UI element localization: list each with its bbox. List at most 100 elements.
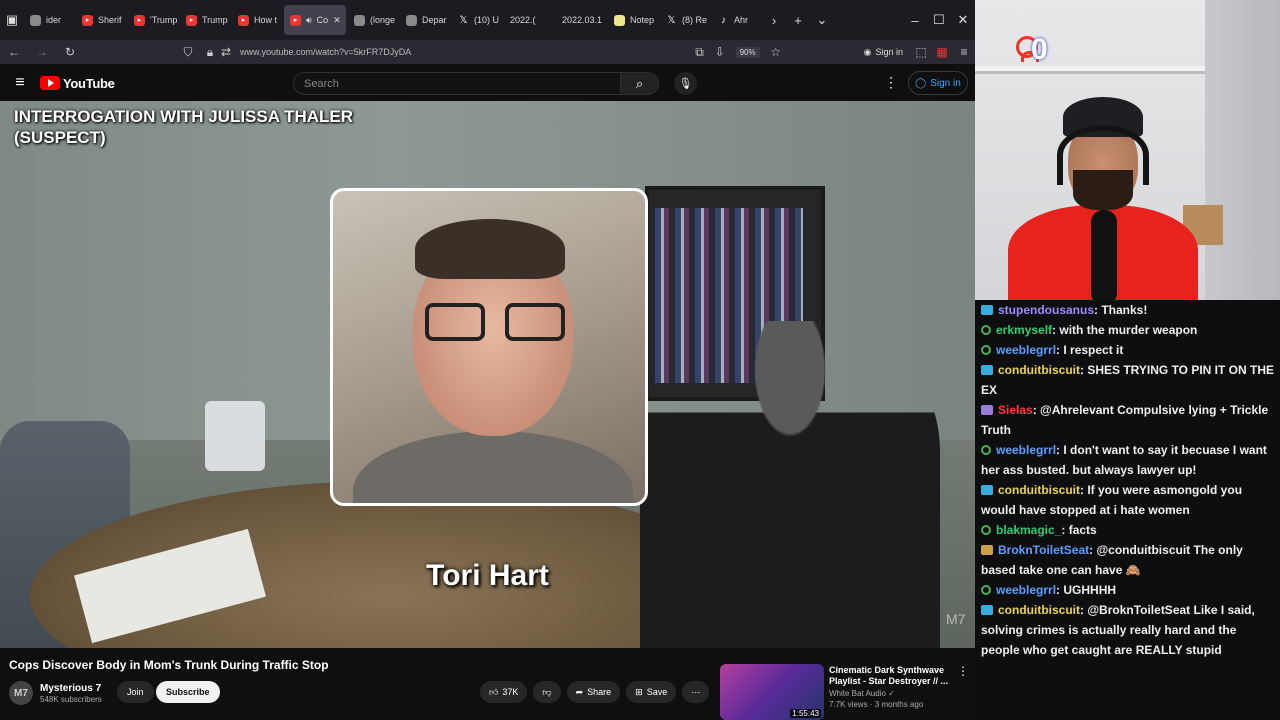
url-bar[interactable]: www.youtube.com/watch?v=5krFR7DJyDA [240, 47, 690, 57]
inset-glasses-left [425, 303, 485, 341]
like-button[interactable]: 👍︎ 37K [480, 681, 528, 703]
speaker-icon[interactable]: 🔊︎ [306, 15, 312, 26]
account-signin-label: Sign in [875, 47, 903, 57]
browser-tab-label: Co [316, 15, 329, 25]
youtube-logo-text: YouTube [63, 75, 115, 91]
account-signin[interactable]: ◉ Sign in [864, 47, 903, 58]
menu-icon[interactable]: ≡ [953, 40, 975, 64]
share-button[interactable]: ➦ Share [566, 681, 621, 703]
microphone-icon[interactable]: 🎙︎ [674, 72, 697, 95]
reload-icon[interactable]: ↻ [56, 40, 84, 64]
video-lower-third-name: Tori Hart [426, 559, 549, 592]
maximize-icon[interactable]: ☐ [927, 8, 951, 32]
channel-avatar[interactable]: M7 [9, 681, 33, 705]
chat-username[interactable]: stupendousanus [998, 303, 1094, 317]
tab-list-icon[interactable]: ⌄ [810, 8, 834, 32]
close-tab-icon[interactable]: ✕ [333, 15, 341, 26]
more-options-icon[interactable]: ⋮ [884, 74, 898, 91]
chat-message: conduitbiscuit: If you were asmongold yo… [979, 480, 1276, 520]
recommended-channel[interactable]: White Bat Audio ✓ [829, 689, 949, 698]
shield-icon[interactable]: ⛉ [174, 40, 202, 64]
dislike-button[interactable]: 👎︎ [533, 681, 561, 703]
inset-hair [415, 219, 565, 279]
recommended-video[interactable]: 1:55:43 Cinematic Dark Synthwave Playlis… [720, 664, 975, 720]
back-icon[interactable]: ← [0, 40, 28, 64]
recommended-channel-name: White Bat Audio [829, 689, 886, 698]
browser-tab[interactable]: 2022.03.1 [556, 5, 606, 35]
pers-badge-icon [981, 325, 991, 335]
download-page-icon[interactable]: ⇩ [710, 40, 730, 64]
more-actions-button[interactable]: ⋯ [682, 681, 710, 703]
browser-tab[interactable]: ▸ 🔊︎ Co ✕ [284, 5, 346, 35]
prime-badge-icon [981, 605, 993, 615]
join-button[interactable]: Join [117, 681, 154, 703]
forward-icon[interactable]: → [28, 40, 56, 64]
permissions-icon[interactable]: ⇄ [218, 40, 234, 64]
search-input[interactable] [294, 73, 620, 94]
extensions-icon[interactable]: ⬚ [911, 40, 931, 64]
chat-username[interactable]: blakmagic_ [996, 523, 1061, 537]
browser-tab[interactable]: ider [24, 5, 74, 35]
subscribe-button[interactable]: Subscribe [156, 681, 220, 703]
save-label: Save [646, 687, 668, 697]
browser-tab[interactable]: Depar [400, 5, 450, 35]
channel-info: M7 Mysterious 7 548K subscribers [9, 681, 102, 705]
browser-tab[interactable]: ▸ How t [232, 5, 282, 35]
chat-username[interactable]: conduitbiscuit [998, 363, 1080, 377]
zoom-level[interactable]: 90% [735, 46, 760, 58]
browser-nav-bar: ← → ↻ ⛉ 🔒︎ ⇄ www.youtube.com/watch?v=5kr… [0, 40, 975, 64]
browser-tab[interactable]: ♪ Ahr [712, 5, 762, 35]
verified-check-icon: ✓ [888, 689, 895, 698]
youtube-signin-button[interactable]: ◯ Sign in [908, 71, 968, 95]
tab-overview-icon[interactable]: ▣ [0, 8, 24, 32]
youtube-signin-label: Sign in [930, 77, 961, 89]
chat-username[interactable]: weeblegrrl [996, 343, 1056, 357]
youtube-logo[interactable]: YouTube [40, 76, 115, 91]
channel-name[interactable]: Mysterious 7 [40, 683, 102, 694]
close-window-icon[interactable]: ✕ [951, 8, 975, 32]
browser-tab[interactable]: 𝕏 (8) Re [660, 5, 710, 35]
ellipsis-icon: ⋯ [691, 686, 701, 697]
chat-username[interactable]: Sielas [998, 403, 1033, 417]
chat-username[interactable]: weeblegrrl [996, 583, 1056, 597]
browser-tab[interactable]: ▸ 'Trump [128, 5, 178, 35]
recommended-duration: 1:55:43 [790, 709, 821, 718]
chat-username[interactable]: BroknToiletSeat [998, 543, 1089, 557]
inset-shirt [353, 431, 633, 503]
streamer [1003, 95, 1203, 300]
hamburger-icon[interactable]: ≡ [0, 74, 40, 92]
search-box: ⌕ [293, 72, 659, 95]
chat-username[interactable]: weeblegrrl [996, 443, 1056, 457]
browser-tab-label: Ahr [734, 15, 749, 25]
save-button[interactable]: ⊞ Save [626, 681, 677, 703]
chat-username[interactable]: conduitbiscuit [998, 603, 1080, 617]
chat-message: erkmyself: with the murder weapon [979, 320, 1276, 340]
bookmark-star-icon[interactable]: ☆ [766, 40, 786, 64]
browser-tab-label: 2022.03.1 [562, 15, 603, 25]
browser-tab-label: (8) Re [682, 15, 708, 25]
extension-badge-icon[interactable]: ▦ [931, 40, 953, 64]
search-icon[interactable]: ⌕ [620, 73, 658, 94]
recommended-more-icon[interactable]: ⋮ [957, 664, 969, 678]
prime-badge-icon [981, 485, 993, 495]
chat-text: : UGHHHH [1056, 583, 1117, 597]
chat-username[interactable]: erkmyself [996, 323, 1052, 337]
browser-tab-bar: ▣ ider ▸ Sherif ▸ 'Trump ▸ Trump ▸ How t ▸ 🔊︎ Co ✕ (l… [0, 0, 975, 40]
video-player[interactable]: INTERROGATION WITH JULISSA THALER (SUSPE… [0, 101, 975, 648]
browser-tab[interactable]: ▸ Trump [180, 5, 230, 35]
browser-tab[interactable]: (longe [348, 5, 398, 35]
minimize-icon[interactable]: – [903, 8, 927, 32]
browser-tab[interactable]: ▸ Sherif [76, 5, 126, 35]
recommended-thumbnail[interactable]: 1:55:43 [720, 664, 824, 720]
scroll-tabs-right-icon[interactable]: › [762, 8, 786, 32]
browser-tab[interactable]: 𝕏 (10) U [452, 5, 502, 35]
browser-tab[interactable]: Notep [608, 5, 658, 35]
chat-message: conduitbiscuit: SHES TRYING TO PIN IT ON… [979, 360, 1276, 400]
new-tab-icon[interactable]: + [786, 8, 810, 32]
viewer-counter: 0 [1031, 33, 1048, 66]
chat-username[interactable]: conduitbiscuit [998, 483, 1080, 497]
recommended-title[interactable]: Cinematic Dark Synthwave Playlist - Star… [829, 665, 949, 687]
pers-badge-icon [981, 445, 991, 455]
pip-icon[interactable]: ⧉ [690, 40, 710, 64]
browser-tab[interactable]: 2022.( [504, 5, 554, 35]
